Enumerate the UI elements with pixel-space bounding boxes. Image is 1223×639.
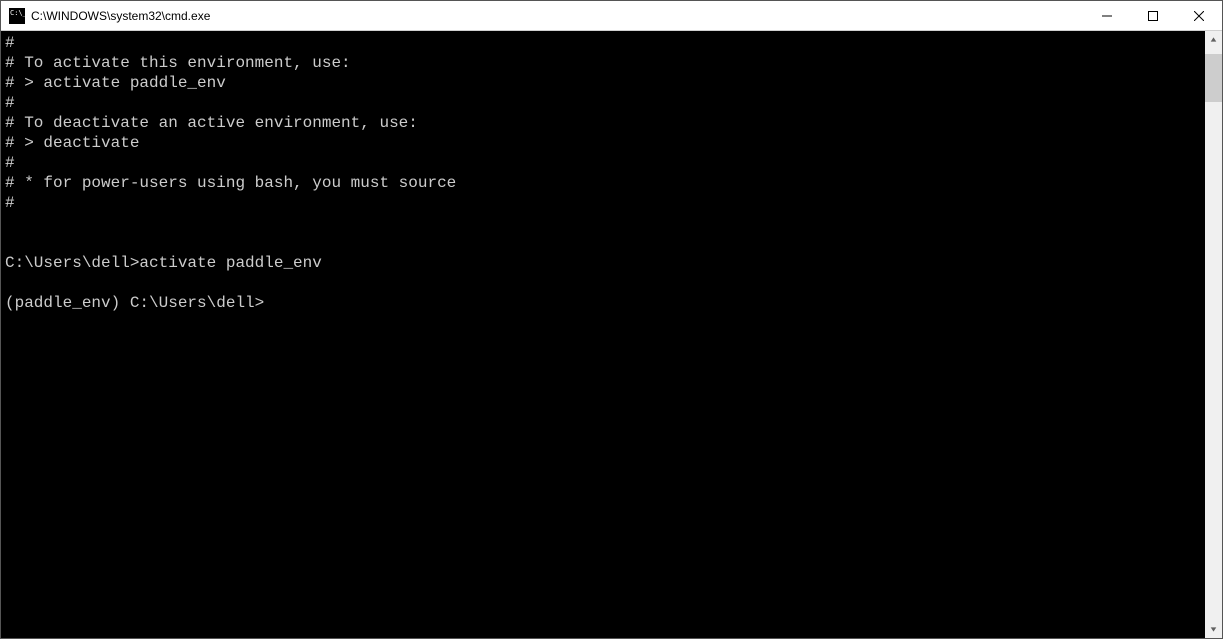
chevron-up-icon bbox=[1210, 36, 1217, 43]
maximize-button[interactable] bbox=[1130, 1, 1176, 30]
output-line: C:\Users\dell>activate paddle_env bbox=[5, 253, 1201, 273]
cmd-icon bbox=[9, 8, 25, 24]
output-line: # * for power-users using bash, you must… bbox=[5, 173, 1201, 193]
titlebar[interactable]: C:\WINDOWS\system32\cmd.exe bbox=[1, 1, 1222, 31]
minimize-icon bbox=[1102, 11, 1112, 21]
window-title: C:\WINDOWS\system32\cmd.exe bbox=[31, 9, 1084, 23]
output-line bbox=[5, 233, 1201, 253]
maximize-icon bbox=[1148, 11, 1158, 21]
prompt-line[interactable]: (paddle_env) C:\Users\dell> bbox=[5, 294, 264, 312]
window-controls bbox=[1084, 1, 1222, 30]
output-line: # To activate this environment, use: bbox=[5, 53, 1201, 73]
output-line bbox=[5, 273, 1201, 293]
output-line: # bbox=[5, 93, 1201, 113]
terminal-output[interactable]: ## To activate this environment, use:# >… bbox=[1, 31, 1205, 638]
scroll-down-button[interactable] bbox=[1205, 621, 1222, 638]
scroll-thumb[interactable] bbox=[1205, 54, 1222, 102]
vertical-scrollbar[interactable] bbox=[1205, 31, 1222, 638]
chevron-down-icon bbox=[1210, 626, 1217, 633]
scroll-track[interactable] bbox=[1205, 48, 1222, 621]
close-icon bbox=[1194, 11, 1204, 21]
scroll-up-button[interactable] bbox=[1205, 31, 1222, 48]
minimize-button[interactable] bbox=[1084, 1, 1130, 30]
output-line: # bbox=[5, 153, 1201, 173]
output-line bbox=[5, 213, 1201, 233]
output-line: # bbox=[5, 193, 1201, 213]
terminal-area: ## To activate this environment, use:# >… bbox=[1, 31, 1222, 638]
output-line: # To deactivate an active environment, u… bbox=[5, 113, 1201, 133]
output-line: # > activate paddle_env bbox=[5, 73, 1201, 93]
close-button[interactable] bbox=[1176, 1, 1222, 30]
output-line: # > deactivate bbox=[5, 133, 1201, 153]
output-line: # bbox=[5, 33, 1201, 53]
